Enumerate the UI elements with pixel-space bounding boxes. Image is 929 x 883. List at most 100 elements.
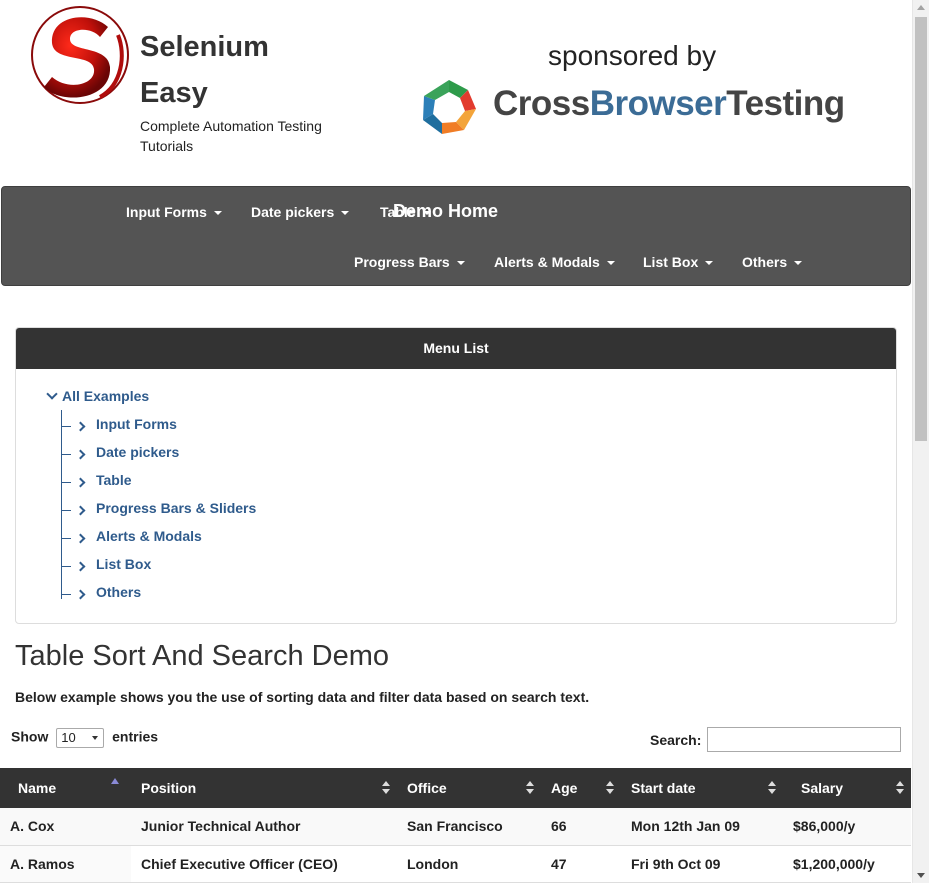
nav-alerts-modals[interactable]: Alerts & Modals	[494, 254, 615, 270]
tree-item-label: Alerts & Modals	[96, 528, 202, 544]
tree-connector	[61, 510, 71, 511]
show-entries-control: Show 10 entries	[11, 728, 158, 748]
site-title[interactable]: Selenium Easy	[140, 24, 340, 116]
scrollbar-thumb[interactable]	[915, 17, 927, 441]
column-header-office[interactable]: Office	[397, 768, 541, 808]
page-title: Table Sort And Search Demo	[15, 640, 389, 672]
table-row: A. Ramos Chief Executive Officer (CEO) L…	[0, 845, 911, 883]
selenium-easy-logo-icon[interactable]	[30, 5, 130, 105]
sort-both-icon	[606, 781, 614, 795]
menu-list-panel: Menu List All Examples Input Forms Date …	[15, 327, 897, 624]
tree-item-label: Table	[96, 472, 132, 488]
tree-connector	[61, 426, 71, 427]
caret-down-icon	[341, 211, 350, 216]
sort-both-icon	[896, 781, 904, 795]
tree-item-label: Others	[96, 584, 142, 600]
tree-connector	[61, 538, 71, 539]
page-description: Below example shows you the use of sorti…	[15, 689, 590, 705]
main-navbar: Input Forms Date pickers Table Demo Home…	[1, 186, 911, 286]
tree-connector-line	[61, 410, 62, 599]
cell-position: Junior Technical Author	[131, 808, 397, 846]
scroll-up-arrow-icon[interactable]	[917, 5, 925, 10]
column-header-salary[interactable]: Salary	[783, 768, 911, 808]
tree-root-all-examples[interactable]: All Examples	[46, 388, 149, 404]
sort-both-icon	[526, 781, 534, 795]
chevron-right-icon	[75, 585, 86, 601]
chevron-down-icon	[46, 388, 58, 400]
column-header-label: Position	[141, 780, 197, 796]
sponsor-name-cross: Cross	[493, 84, 590, 123]
sponsor-name-testing: Testing	[726, 84, 845, 123]
crossbrowsertesting-logo-icon[interactable]	[418, 76, 480, 138]
nav-progress-bars-label: Progress Bars	[354, 254, 450, 270]
column-header-label: Office	[407, 780, 447, 796]
tree-item-label: Date pickers	[96, 444, 180, 460]
chevron-right-icon	[75, 501, 86, 517]
caret-down-icon	[705, 261, 714, 266]
chevron-right-icon	[75, 473, 86, 489]
cell-office: London	[397, 845, 541, 883]
caret-down-icon	[794, 261, 803, 266]
nav-date-pickers-label: Date pickers	[251, 204, 335, 220]
tree-connector	[61, 454, 71, 455]
cell-office: San Francisco	[397, 808, 541, 846]
entries-select-value: 10	[61, 730, 76, 745]
column-header-start-date[interactable]: Start date	[621, 768, 783, 808]
sponsor-name-browser: Browser	[589, 84, 727, 123]
dropdown-arrow-icon	[92, 736, 99, 740]
cell-name: A. Cox	[0, 808, 131, 846]
employee-table: Name Position Office Age Start date Sala…	[0, 768, 911, 883]
cell-salary: $1,200,000/y	[783, 845, 911, 883]
entries-label: entries	[112, 728, 159, 745]
column-header-position[interactable]: Position	[131, 768, 397, 808]
tree-item-label: List Box	[96, 556, 152, 572]
column-header-label: Name	[18, 780, 57, 796]
sort-both-icon	[768, 781, 776, 795]
nav-list-box-label: List Box	[643, 254, 699, 270]
chevron-right-icon	[75, 417, 86, 433]
caret-down-icon	[213, 211, 222, 216]
tree-connector	[61, 594, 71, 595]
sort-ascending-icon	[111, 778, 119, 784]
nav-list-box[interactable]: List Box	[643, 254, 714, 270]
entries-select[interactable]: 10	[56, 728, 105, 748]
crossbrowsertesting-logo-text[interactable]: CrossBrowserTesting	[493, 84, 845, 124]
caret-down-icon	[456, 261, 465, 266]
vertical-scrollbar[interactable]	[912, 0, 929, 883]
nav-progress-bars[interactable]: Progress Bars	[354, 254, 465, 270]
sponsor-label: sponsored by	[548, 40, 717, 71]
caret-down-icon	[606, 261, 615, 266]
chevron-right-icon	[75, 445, 86, 461]
nav-alerts-modals-label: Alerts & Modals	[494, 254, 600, 270]
cell-start-date: Fri 9th Oct 09	[621, 845, 783, 883]
cell-age: 47	[541, 845, 621, 883]
column-header-label: Age	[551, 780, 578, 796]
sort-both-icon	[382, 781, 390, 795]
cell-position: Chief Executive Officer (CEO)	[131, 845, 397, 883]
site-tagline: Complete Automation Testing Tutorials	[140, 118, 322, 154]
menu-list-heading: Menu List	[16, 328, 896, 369]
cell-start-date: Mon 12th Jan 09	[621, 808, 783, 846]
show-label: Show	[11, 728, 49, 745]
cell-age: 66	[541, 808, 621, 846]
column-header-age[interactable]: Age	[541, 768, 621, 808]
nav-input-forms[interactable]: Input Forms	[126, 204, 222, 220]
scroll-down-arrow-icon[interactable]	[917, 873, 925, 878]
chevron-right-icon	[75, 557, 86, 573]
column-header-label: Start date	[631, 780, 696, 796]
tree-item-label: Progress Bars & Sliders	[96, 500, 257, 516]
nav-demo-home[interactable]: Demo Home	[393, 201, 498, 222]
nav-others[interactable]: Others	[742, 254, 803, 270]
column-header-label: Salary	[801, 780, 844, 796]
tree-connector	[61, 482, 71, 483]
nav-date-pickers[interactable]: Date pickers	[251, 204, 350, 220]
column-header-name[interactable]: Name	[0, 768, 131, 808]
search-label: Search:	[650, 732, 702, 748]
nav-others-label: Others	[742, 254, 788, 270]
cell-salary: $86,000/y	[783, 808, 911, 846]
search-input[interactable]	[707, 727, 901, 752]
table-row: A. Cox Junior Technical Author San Franc…	[0, 808, 911, 846]
table-header-row: Name Position Office Age Start date Sala…	[0, 768, 911, 808]
chevron-right-icon	[75, 529, 86, 545]
tree-root-label: All Examples	[62, 388, 150, 404]
